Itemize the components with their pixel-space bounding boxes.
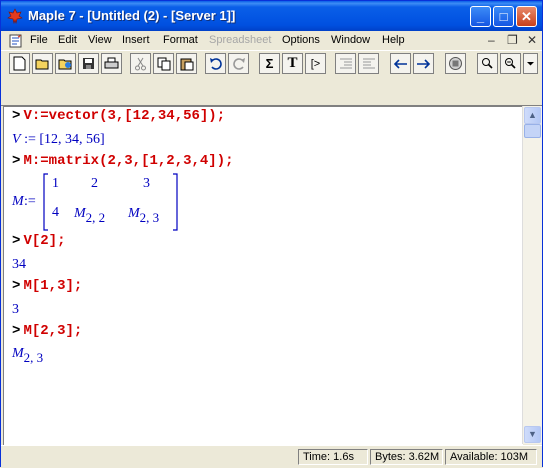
output-rhs: 3 xyxy=(12,302,19,317)
status-bar: Time: 1.6s Bytes: 3.62M Available: 103M xyxy=(1,445,542,468)
matrix-cell: 2 xyxy=(91,176,98,191)
menu-window[interactable]: Window xyxy=(331,34,370,46)
text-icon[interactable]: T xyxy=(282,53,303,74)
input-text[interactable]: M:=matrix(2,3,[1,2,3,4]); xyxy=(23,153,233,169)
zoom-in-icon[interactable] xyxy=(477,53,498,74)
input-text[interactable]: M[2,3]; xyxy=(23,323,82,339)
scroll-down-icon[interactable]: ▼ xyxy=(524,426,541,443)
close-icon: ✕ xyxy=(521,9,532,24)
matrix-output: M := 1 2 3 4 M2, 2 M2, 3 xyxy=(12,173,192,231)
sigma-icon[interactable]: Σ xyxy=(259,53,280,74)
toolbar-overflow-icon[interactable] xyxy=(523,53,538,74)
menu-help[interactable]: Help xyxy=(382,34,405,46)
menu-format[interactable]: Format xyxy=(163,34,198,46)
input-line[interactable]: > M:=matrix(2,3,[1,2,3,4]); xyxy=(12,153,234,169)
menu-file[interactable]: File xyxy=(30,34,48,46)
output-line: V := [12, 34, 56] xyxy=(12,132,105,148)
right-bracket-icon xyxy=(173,173,178,231)
mdi-close-icon[interactable]: ✕ xyxy=(527,33,537,47)
prompt-marker: > xyxy=(12,108,21,124)
menu-insert[interactable]: Insert xyxy=(122,34,150,46)
vertical-scrollbar[interactable]: ▲ ▼ xyxy=(522,106,542,444)
matrix-cell: 3 xyxy=(143,176,150,191)
input-text[interactable]: V[2]; xyxy=(23,233,65,249)
new-icon[interactable] xyxy=(9,53,30,74)
mdi-minimize-icon[interactable]: – xyxy=(488,33,495,47)
input-line[interactable]: > V:=vector(3,[12,34,56]); xyxy=(12,108,225,124)
document-icon[interactable] xyxy=(7,32,24,49)
close-button[interactable]: ✕ xyxy=(516,6,537,27)
maple-leaf-icon xyxy=(7,8,23,25)
menu-spreadsheet: Spreadsheet xyxy=(209,34,272,46)
toolbar: Σ T [> xyxy=(1,50,542,80)
scroll-up-icon[interactable]: ▲ xyxy=(524,107,541,124)
status-available: Available: 103M xyxy=(445,449,537,465)
context-toolbar xyxy=(1,79,542,106)
input-text[interactable]: M[1,3]; xyxy=(23,278,82,294)
status-bytes: Bytes: 3.62M xyxy=(370,449,443,465)
output-base: M xyxy=(12,346,24,361)
indent-icon[interactable] xyxy=(335,53,356,74)
paste-icon[interactable] xyxy=(176,53,197,74)
input-line[interactable]: > M[1,3]; xyxy=(12,278,82,294)
matrix-cell: M2, 2 xyxy=(74,206,106,225)
output-lhs: V xyxy=(12,132,21,147)
prompt-marker: > xyxy=(12,153,21,169)
matrix-cell: 1 xyxy=(52,176,59,191)
output-assign: := xyxy=(20,132,40,147)
input-line[interactable]: > V[2]; xyxy=(12,233,65,249)
mdi-restore-icon[interactable]: ❐ xyxy=(507,33,518,47)
menu-options[interactable]: Options xyxy=(282,34,320,46)
prompt-icon[interactable]: [> xyxy=(305,53,326,74)
output-rhs: 34 xyxy=(12,257,26,272)
scroll-thumb[interactable] xyxy=(524,124,541,138)
status-time: Time: 1.6s xyxy=(298,449,368,465)
save-icon[interactable] xyxy=(78,53,99,74)
matrix-cell: 4 xyxy=(52,205,59,220)
prompt-marker: > xyxy=(12,323,21,339)
undo-icon[interactable] xyxy=(205,53,226,74)
window-title: Maple 7 - [Untitled (2) - [Server 1]] xyxy=(28,8,236,23)
output-subscript: 2, 3 xyxy=(23,350,44,365)
open-icon[interactable] xyxy=(32,53,53,74)
input-line[interactable]: > M[2,3]; xyxy=(12,323,82,339)
title-bar[interactable]: Maple 7 - [Untitled (2) - [Server 1]] _ … xyxy=(1,1,542,31)
maximize-icon: □ xyxy=(499,9,508,24)
prompt-marker: > xyxy=(12,233,21,249)
matrix-lhs: M xyxy=(12,194,24,209)
matrix-cell: M2, 3 xyxy=(128,206,160,225)
cut-icon[interactable] xyxy=(130,53,151,74)
outdent-icon[interactable] xyxy=(358,53,379,74)
output-line: 3 xyxy=(12,302,19,318)
input-text[interactable]: V:=vector(3,[12,34,56]); xyxy=(23,108,225,124)
print-icon[interactable] xyxy=(101,53,122,74)
redo-icon[interactable] xyxy=(228,53,249,74)
forward-icon[interactable] xyxy=(413,53,434,74)
output-line: M2, 3 xyxy=(12,345,44,365)
stop-icon[interactable] xyxy=(445,53,466,74)
menu-bar: File Edit View Insert Format Spreadsheet… xyxy=(1,31,542,50)
worksheet[interactable]: > V:=vector(3,[12,34,56]); V := [12, 34,… xyxy=(3,106,523,445)
minimize-button[interactable]: _ xyxy=(470,6,491,27)
prompt-marker: > xyxy=(12,278,21,294)
output-rhs: [12, 34, 56] xyxy=(39,132,105,147)
menu-view[interactable]: View xyxy=(88,34,112,46)
menu-edit[interactable]: Edit xyxy=(58,34,77,46)
left-bracket-icon xyxy=(43,173,48,231)
maple-window: Maple 7 - [Untitled (2) - [Server 1]] _ … xyxy=(0,0,543,468)
copy-icon[interactable] xyxy=(153,53,174,74)
zoom-out-icon[interactable] xyxy=(500,53,521,74)
output-line: 34 xyxy=(12,257,26,273)
minimize-icon: _ xyxy=(476,9,485,24)
back-icon[interactable] xyxy=(390,53,411,74)
maximize-button[interactable]: □ xyxy=(493,6,514,27)
open-url-icon[interactable] xyxy=(55,53,76,74)
matrix-assign: := xyxy=(24,194,36,209)
